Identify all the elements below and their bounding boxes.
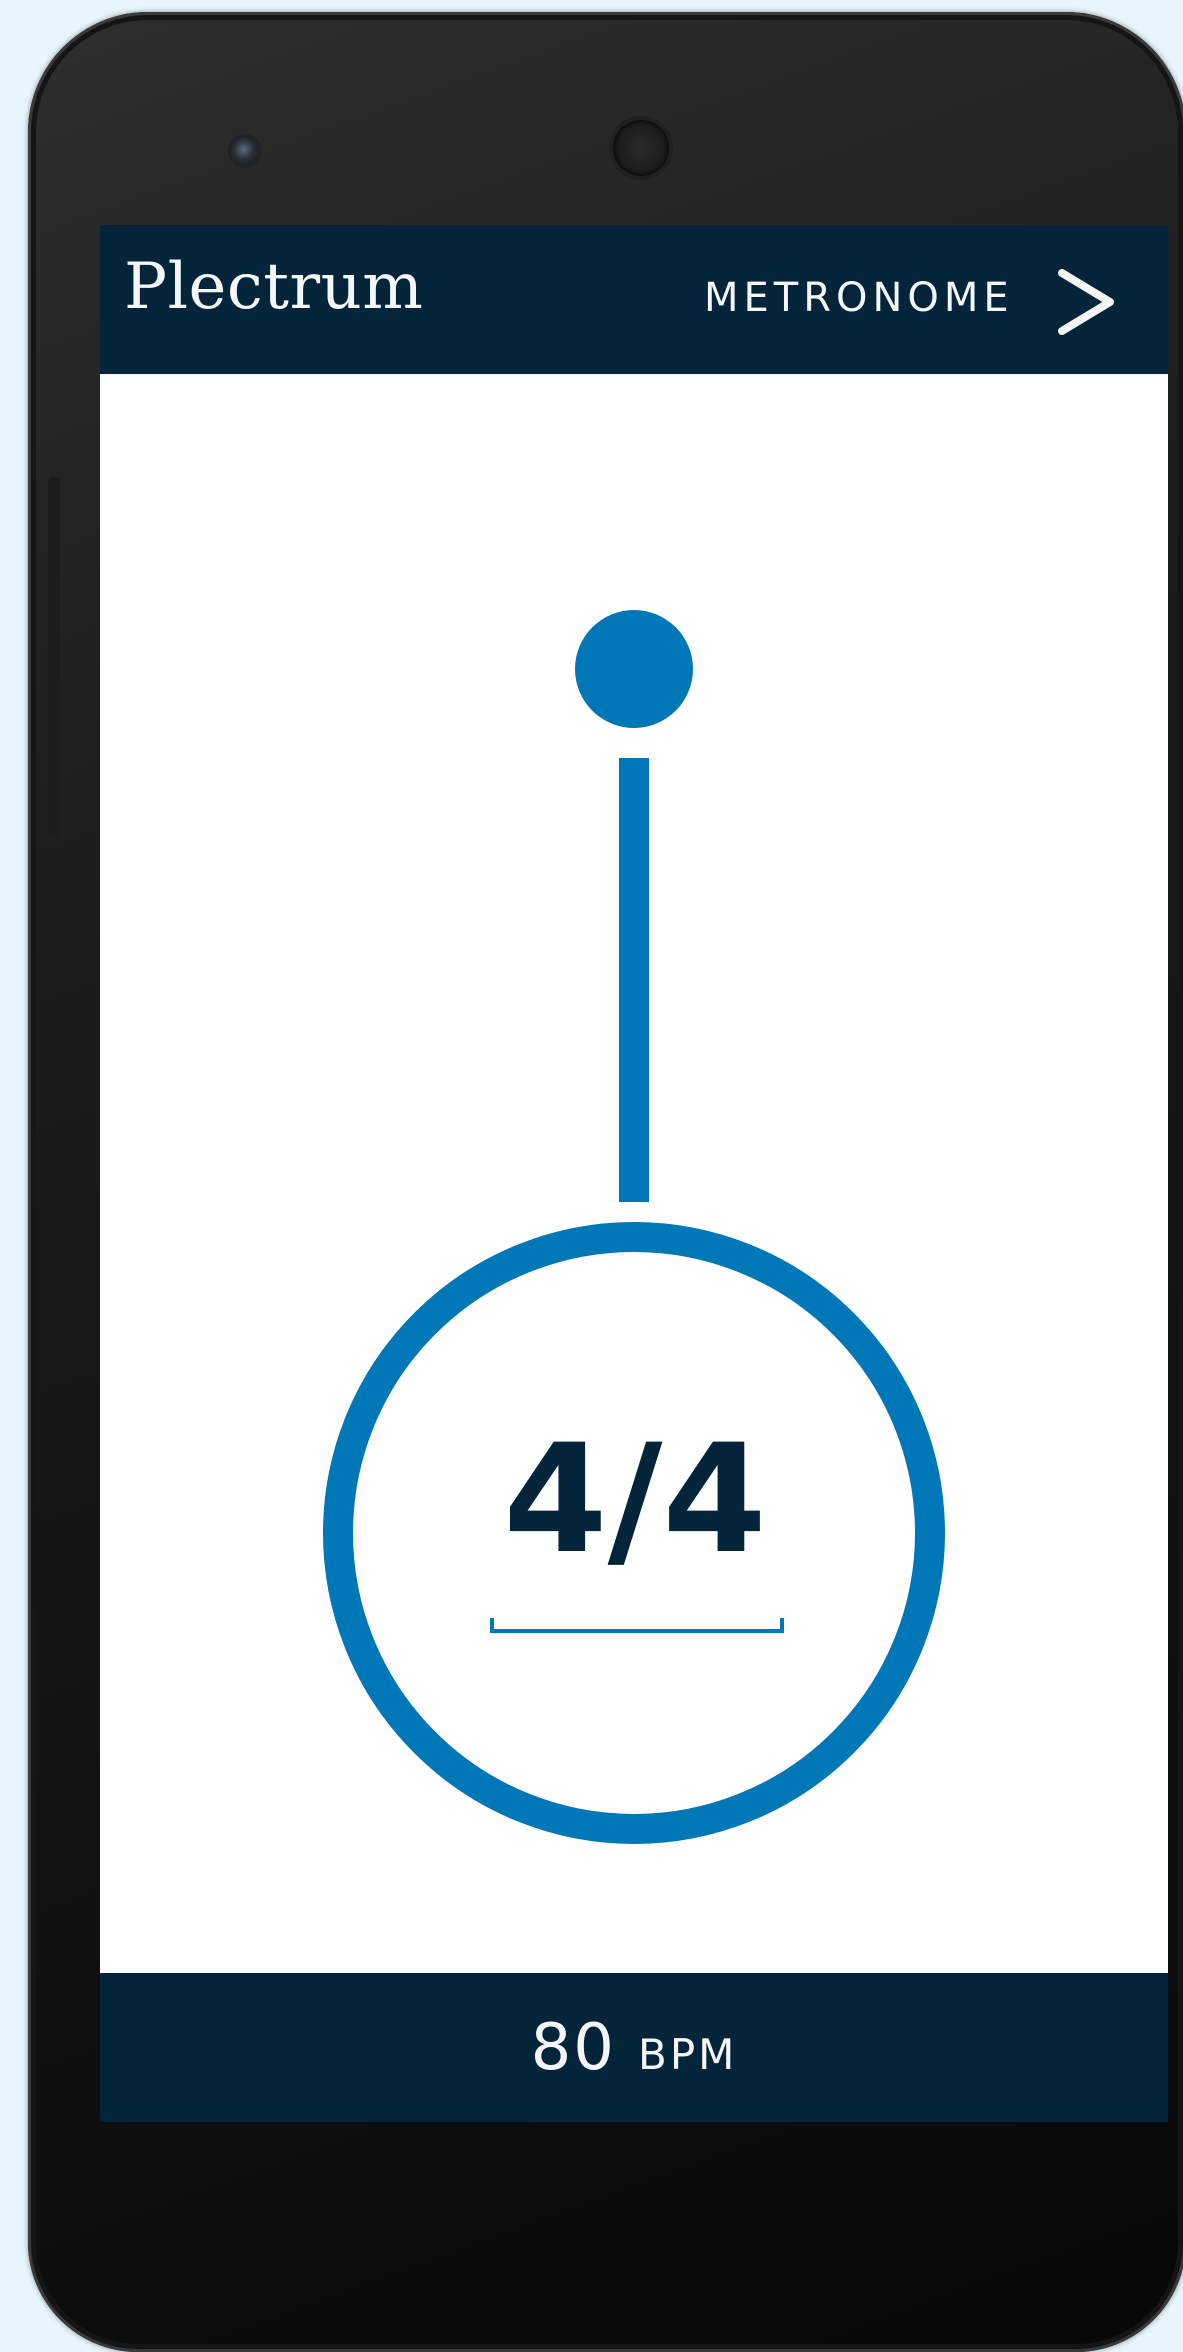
pendulum-arm [619, 758, 649, 1202]
time-signature[interactable]: 4/4 [485, 1425, 785, 1575]
tempo-unit: BPM [638, 2029, 738, 2079]
beat-indicator-dot [575, 610, 693, 728]
earpiece-speaker [613, 120, 669, 176]
side-button [48, 477, 60, 837]
tempo-value: 80 [530, 2010, 617, 2085]
tempo-display[interactable]: 80 BPM [531, 2011, 738, 2085]
front-sensor [231, 137, 259, 165]
phone-frame: Plectrum METRONOME 4/4 80 BPM [28, 12, 1183, 2352]
tempo-bar: 80 BPM [100, 1973, 1168, 2122]
app-screen: Plectrum METRONOME 4/4 80 BPM [100, 225, 1168, 2122]
time-signature-underline [490, 1618, 784, 1633]
metronome-visual [323, 610, 945, 1844]
